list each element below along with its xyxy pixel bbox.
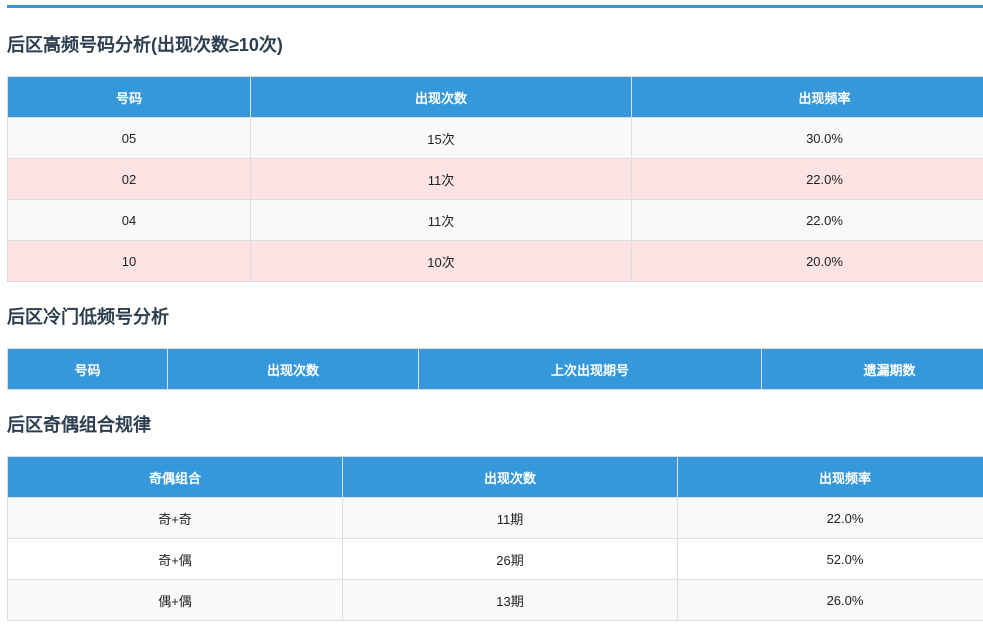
cell-count: 15次 — [250, 117, 632, 159]
column-header: 上次出现期号 — [418, 348, 762, 390]
cell-combination: 奇+偶 — [7, 538, 343, 580]
column-header: 出现次数 — [250, 76, 632, 118]
cell-count: 11期 — [342, 497, 678, 539]
cell-frequency: 22.0% — [631, 199, 983, 241]
cell-frequency: 22.0% — [677, 497, 983, 539]
table-row: 奇+偶 26期 52.0% — [7, 538, 983, 580]
parity-title: 后区奇偶组合规律 — [7, 415, 151, 435]
column-header: 出现次数 — [342, 456, 678, 498]
column-header: 号码 — [7, 348, 168, 390]
table-row: 02 11次 22.0% — [7, 158, 983, 200]
table-header-row: 号码 出现次数 上次出现期号 遗漏期数 — [7, 348, 983, 390]
column-header: 遗漏期数 — [761, 348, 983, 390]
cell-number: 02 — [7, 158, 251, 200]
column-header: 号码 — [7, 76, 251, 118]
cold-number-title: 后区冷门低频号分析 — [7, 307, 169, 327]
parity-table: 奇偶组合 出现次数 出现频率 奇+奇 11期 22.0% 奇+偶 26期 52.… — [7, 456, 983, 621]
cell-count: 10次 — [250, 240, 632, 282]
cell-frequency: 52.0% — [677, 538, 983, 580]
cell-number: 10 — [7, 240, 251, 282]
column-header: 奇偶组合 — [7, 456, 343, 498]
table-row: 偶+偶 13期 26.0% — [7, 579, 983, 621]
cell-number: 05 — [7, 117, 251, 159]
cell-frequency: 22.0% — [631, 158, 983, 200]
cell-number: 04 — [7, 199, 251, 241]
cold-number-table: 号码 出现次数 上次出现期号 遗漏期数 — [7, 348, 983, 390]
cell-count: 13期 — [342, 579, 678, 621]
cell-combination: 偶+偶 — [7, 579, 343, 621]
column-header: 出现频率 — [631, 76, 983, 118]
table-header-row: 奇偶组合 出现次数 出现频率 — [7, 456, 983, 498]
table-row: 10 10次 20.0% — [7, 240, 983, 282]
cell-frequency: 20.0% — [631, 240, 983, 282]
high-frequency-table: 号码 出现次数 出现频率 05 15次 30.0% 02 11次 22.0% 0… — [7, 76, 983, 282]
cell-count: 26期 — [342, 538, 678, 580]
cell-count: 11次 — [250, 158, 632, 200]
high-frequency-title: 后区高频号码分析(出现次数≥10次) — [7, 35, 283, 55]
top-accent-line — [7, 5, 983, 8]
table-row: 04 11次 22.0% — [7, 199, 983, 241]
cell-combination: 奇+奇 — [7, 497, 343, 539]
cell-frequency: 26.0% — [677, 579, 983, 621]
cell-frequency: 30.0% — [631, 117, 983, 159]
column-header: 出现次数 — [167, 348, 419, 390]
table-row: 05 15次 30.0% — [7, 117, 983, 159]
column-header: 出现频率 — [677, 456, 983, 498]
cell-count: 11次 — [250, 199, 632, 241]
table-header-row: 号码 出现次数 出现频率 — [7, 76, 983, 118]
table-row: 奇+奇 11期 22.0% — [7, 497, 983, 539]
